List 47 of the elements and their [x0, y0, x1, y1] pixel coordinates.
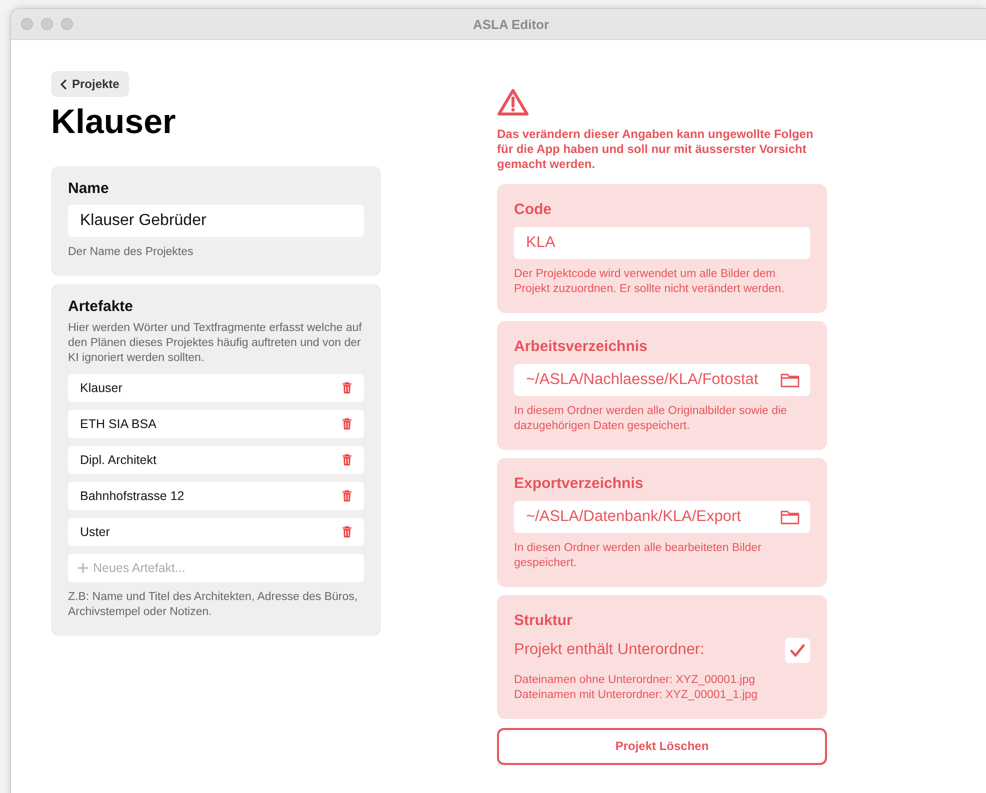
artefact-item[interactable]: Bahnhofstrasse 12: [68, 482, 364, 510]
card-heading: Struktur: [514, 612, 574, 629]
artefact-item[interactable]: Klauser: [68, 374, 364, 402]
field-hint: In diesen Ordner werden alle bearbeiteten Bilder gespeichert.: [514, 540, 762, 571]
artefact-label: Klauser: [80, 380, 122, 395]
artefact-label: Dipl. Architekt: [80, 452, 156, 467]
artefact-item[interactable]: Uster: [68, 518, 364, 546]
artefact-item[interactable]: ETH SIA BSA: [68, 410, 364, 438]
back-button[interactable]: Projekte: [51, 71, 130, 97]
new-artefact-field[interactable]: Neues Artefakt...: [68, 554, 364, 582]
window-title: ASLA Editor: [472, 16, 550, 32]
trash-icon[interactable]: [342, 418, 352, 430]
field-hint: In diesem Ordner werden alle Originalbilder sowie die dazugehörigen Daten gespeichert.: [514, 404, 788, 434]
chevron-left-icon: [60, 78, 67, 90]
filename-example: Dateinamen mit Unterordner: XYZ_00001_1.jpg: [514, 688, 759, 702]
artefact-label: Uster: [80, 524, 110, 539]
warning-text: Das verändern dieser Angaben kann ungewollte Folgen für die App haben und soll nur mit äusserster Vorsicht gemacht werden.: [497, 127, 814, 172]
field-hint: Der Projektcode wird verwendet um alle Bilder dem Projekt zuzuordnen. Er sollte nicht verändert werden.: [514, 267, 786, 297]
warning-icon: [497, 88, 529, 116]
field-hint: Z.B: Name und Titel des Architekten, Adresse des Büros, Archivstempel oder Notizen.: [68, 590, 359, 620]
checkbox-label: Projekt enthält Unterordner:: [514, 641, 704, 660]
artefact-label: ETH SIA BSA: [80, 416, 156, 431]
page-title: Klauser: [51, 103, 177, 142]
card-heading: Artefakte: [68, 298, 134, 315]
delete-project-button[interactable]: Projekt Löschen: [497, 728, 827, 764]
artefact-label: Bahnhofstrasse 12: [80, 488, 184, 503]
plus-icon: [78, 562, 88, 573]
card-heading: Arbeitsverzeichnis: [514, 338, 648, 355]
trash-icon[interactable]: [342, 382, 352, 394]
trash-icon[interactable]: [342, 526, 352, 538]
filename-example: Dateinamen ohne Unterordner: XYZ_00001.jpg: [514, 672, 756, 688]
checkbox[interactable]: [785, 638, 810, 663]
checkmark-icon: [790, 644, 805, 657]
card-heading: Code: [514, 201, 552, 218]
card-heading: Exportverzeichnis: [514, 474, 644, 492]
card-heading: Name: [68, 180, 110, 197]
name-field[interactable]: Klauser Gebrüder: [68, 205, 364, 237]
card-description: Hier werden Wörter und Textfragmente erfasst welche auf den Plänen dieses Projektes häufig auftreten und von der KI ignoriert werden sollten.: [68, 320, 363, 366]
field-hint: Der Name des Projektes: [68, 245, 194, 260]
path-field[interactable]: ~/ASLA/Nachlaesse/KLA/Fotostat: [514, 364, 810, 396]
trash-icon[interactable]: [342, 454, 352, 466]
code-field[interactable]: KLA: [514, 227, 810, 259]
artefact-item[interactable]: Dipl. Architekt: [68, 446, 364, 474]
trash-icon[interactable]: [342, 490, 352, 502]
path-field[interactable]: ~/ASLA/Datenbank/KLA/Export: [514, 500, 810, 533]
folder-icon[interactable]: [780, 372, 800, 388]
folder-icon[interactable]: [780, 508, 800, 525]
